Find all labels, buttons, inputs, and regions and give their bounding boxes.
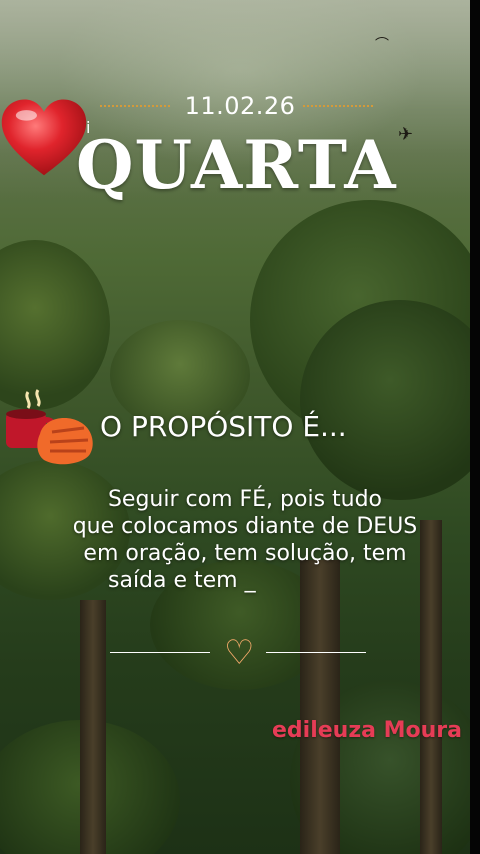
background-forest-photo: ⌒ ✈ 11.02.26 i QUARTA O PROPÓSITO É... S… [0,0,470,854]
signature: edileuza Moura [271,718,462,743]
date-text: 11.02.26 [184,92,296,120]
tree-canopy [0,240,110,410]
coffee-cup-icon [6,389,93,465]
heart-icon [1,99,87,176]
bird: ⌒ [375,37,389,53]
body-line: Seguir com FÉ, pois tudo [107,487,383,512]
day-title: QUARTA [76,126,397,204]
body-line: saída e tem _ [108,568,256,593]
edge-bar [470,0,480,854]
body-line: em oração, tem solução, tem [83,541,407,566]
dotted-line-right [303,105,373,107]
tree-trunk [300,560,340,854]
body-line: que colocamos diante de DEUS [72,514,418,539]
body-paragraph: Seguir com FÉ, pois tudo que colocamos d… [40,486,450,594]
tree-trunk [80,600,106,854]
divider-right [266,652,366,653]
date-row: 11.02.26 [100,92,385,122]
dotted-line-left [100,105,170,107]
bird: ✈ [398,124,414,145]
outline-heart-icon: ♡ [224,633,255,673]
divider-left [110,652,210,653]
headline: O PROPÓSITO É... [100,410,347,443]
hand-icon [37,418,93,465]
